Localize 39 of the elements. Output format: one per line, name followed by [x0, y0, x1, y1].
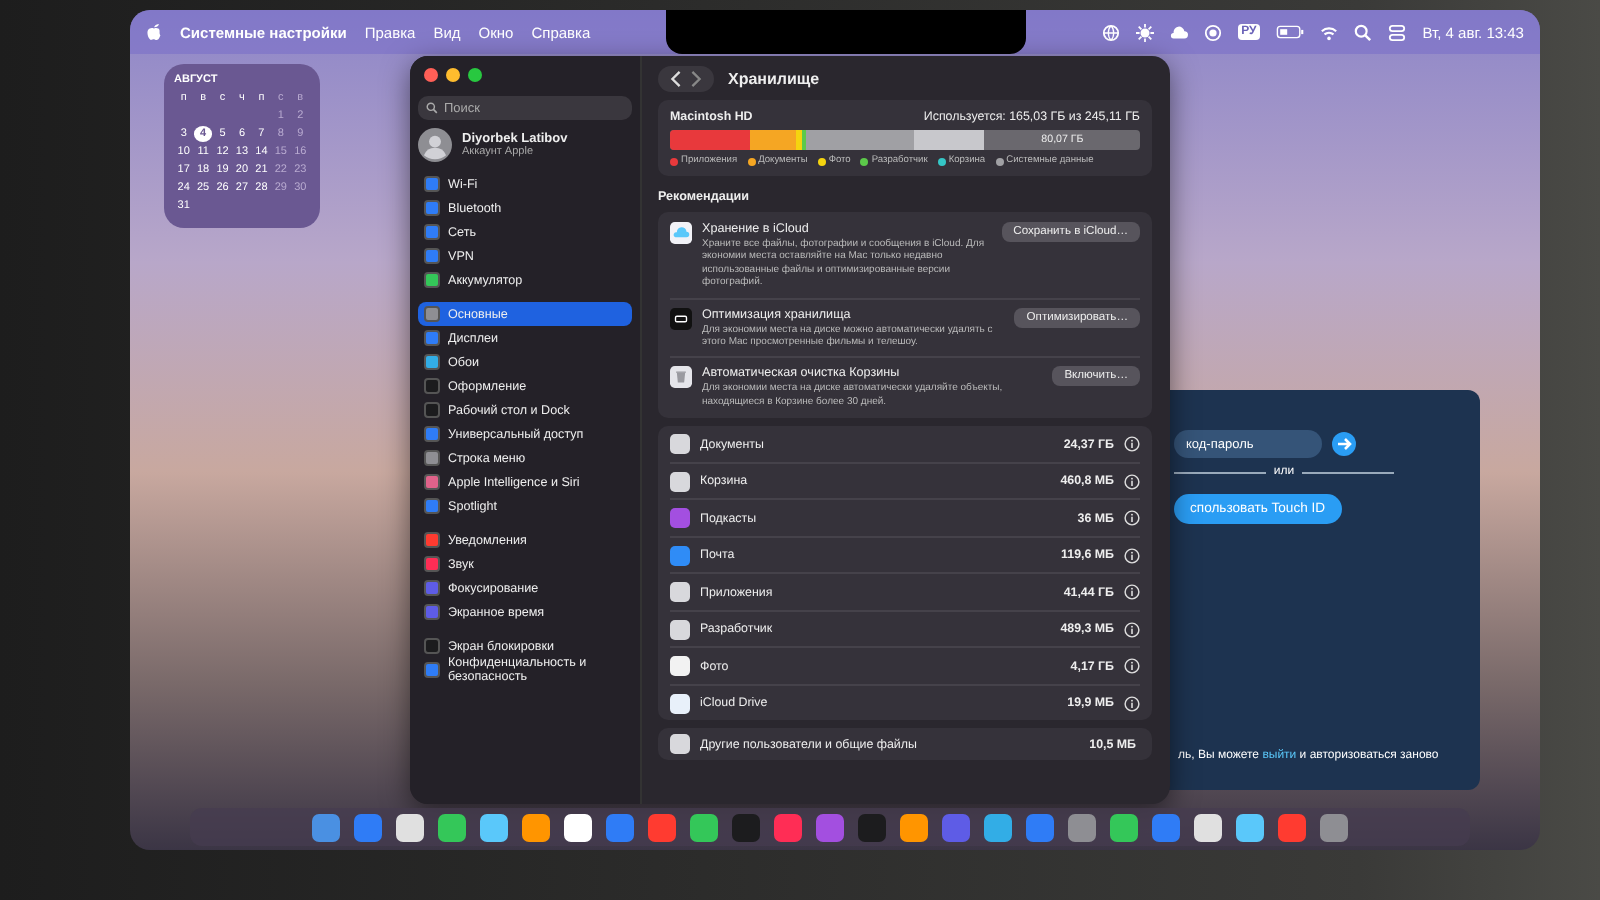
info-icon[interactable]	[1124, 547, 1140, 563]
avatar-icon[interactable]	[418, 128, 452, 162]
info-icon[interactable]	[1124, 510, 1140, 526]
search-icon	[426, 102, 438, 114]
forward-icon[interactable]	[688, 69, 704, 87]
record-icon[interactable]	[1203, 23, 1222, 41]
info-icon[interactable]	[1124, 584, 1140, 600]
info-icon[interactable]	[1124, 621, 1140, 637]
app-icon[interactable]	[1236, 813, 1264, 841]
app-icon[interactable]	[690, 813, 718, 841]
globe-icon[interactable]	[1101, 23, 1120, 41]
sun-icon[interactable]	[1135, 23, 1154, 41]
arrow-right-icon[interactable]	[1332, 432, 1356, 456]
maximize-icon[interactable]	[468, 68, 482, 82]
window-title: Хранилище	[728, 69, 820, 87]
minimize-icon[interactable]	[446, 68, 460, 82]
app-icon[interactable]	[564, 813, 592, 841]
app-icon[interactable]	[438, 813, 466, 841]
battery-icon[interactable]	[1276, 24, 1305, 40]
close-icon[interactable]	[424, 68, 438, 82]
app-icon[interactable]	[522, 813, 550, 841]
search-icon[interactable]	[1354, 23, 1373, 41]
back-icon[interactable]	[668, 69, 684, 87]
wifi-icon[interactable]	[1320, 23, 1339, 41]
info-icon[interactable]	[1124, 436, 1140, 452]
trash-icon	[670, 366, 692, 389]
app-icon[interactable]	[1194, 813, 1222, 841]
info-icon[interactable]	[1124, 658, 1140, 674]
cloud-icon[interactable]	[1169, 23, 1188, 41]
app-icon[interactable]	[480, 813, 508, 841]
tv-app-icon	[670, 307, 692, 330]
apple-logo-icon[interactable]	[146, 22, 162, 42]
app-icon[interactable]	[396, 813, 424, 841]
app-icon[interactable]	[900, 813, 928, 841]
control-center-icon[interactable]	[1388, 23, 1407, 41]
cloud-icon	[670, 222, 692, 244]
info-icon[interactable]	[1124, 473, 1140, 489]
info-icon[interactable]	[1124, 695, 1140, 711]
app-icon[interactable]	[1110, 813, 1138, 841]
